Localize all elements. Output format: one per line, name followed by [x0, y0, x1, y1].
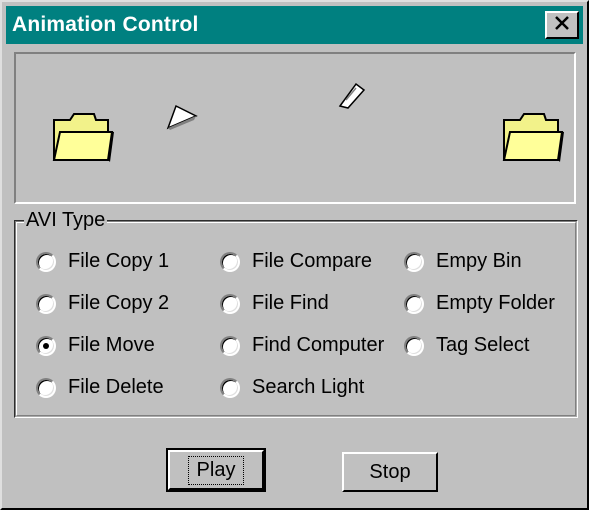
play-button-label: Play — [187, 455, 245, 485]
radio-indicator — [404, 251, 424, 272]
radio-label: Search Light — [252, 376, 365, 398]
radio-label: File Compare — [252, 250, 373, 272]
radio-tag-select[interactable]: Tag Select — [404, 334, 529, 357]
radio-empy-bin[interactable]: Empy Bin — [404, 250, 522, 273]
paper-sheet-icon — [336, 80, 368, 115]
radio-indicator — [36, 377, 56, 398]
radio-indicator — [404, 335, 424, 356]
radio-label: Empty Folder — [436, 292, 555, 314]
radio-indicator — [36, 293, 56, 314]
radio-file-find[interactable]: File Find — [220, 292, 329, 315]
radio-file-compare[interactable]: File Compare — [220, 250, 372, 273]
stop-button-label: Stop — [369, 460, 411, 483]
paper-sheet-icon — [164, 102, 200, 137]
radio-find-computer[interactable]: Find Computer — [220, 334, 384, 357]
radio-empty-folder[interactable]: Empty Folder — [404, 292, 555, 315]
close-icon — [554, 15, 570, 35]
radio-file-move[interactable]: File Move — [36, 334, 155, 357]
radio-file-delete[interactable]: File Delete — [36, 376, 164, 399]
stop-button[interactable]: Stop — [342, 452, 438, 492]
radio-label: Tag Select — [436, 334, 530, 356]
radio-label: File Delete — [68, 376, 164, 398]
radio-label: File Copy 1 — [68, 250, 170, 272]
radio-indicator — [36, 335, 56, 356]
radio-indicator — [404, 293, 424, 314]
radio-file-copy-1[interactable]: File Copy 1 — [36, 250, 169, 273]
radio-indicator — [220, 293, 240, 314]
radio-label: File Move — [68, 334, 155, 356]
animation-display — [14, 52, 576, 204]
radio-indicator — [220, 251, 240, 272]
play-button[interactable]: Play — [166, 448, 266, 492]
radio-label: Empy Bin — [436, 250, 522, 272]
radio-indicator — [220, 377, 240, 398]
title-bar[interactable]: Animation Control — [6, 6, 583, 44]
radio-label: File Find — [252, 292, 329, 314]
avi-type-legend: AVI Type — [24, 209, 108, 232]
window-title: Animation Control — [12, 13, 199, 36]
folder-icon — [50, 110, 114, 171]
radio-indicator — [220, 335, 240, 356]
radio-label: Find Computer — [252, 334, 385, 356]
close-button[interactable] — [545, 11, 579, 39]
radio-search-light[interactable]: Search Light — [220, 376, 364, 399]
radio-file-copy-2[interactable]: File Copy 2 — [36, 292, 169, 315]
radio-label: File Copy 2 — [68, 292, 170, 314]
avi-type-group: AVI Type File Copy 1 File Copy 2 File Mo… — [14, 209, 578, 418]
radio-indicator — [36, 251, 56, 272]
folder-icon — [500, 110, 564, 171]
